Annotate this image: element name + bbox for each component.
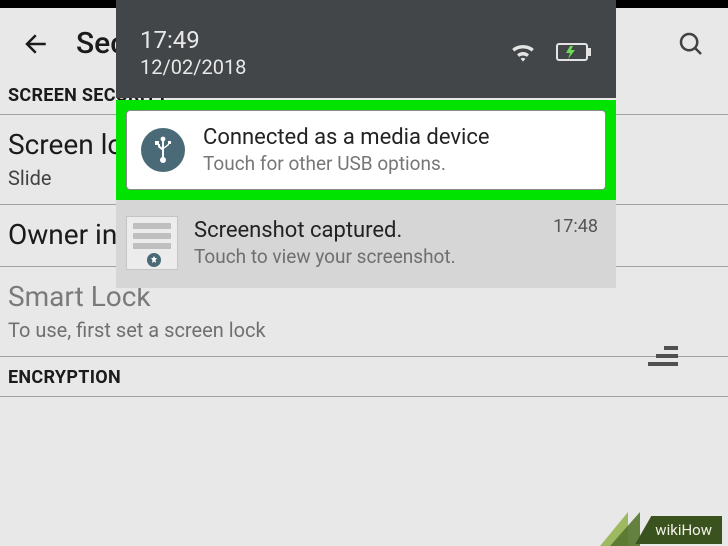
thumb-line [133,223,171,229]
section-header-encryption: ENCRYPTION [0,357,728,397]
status-bar-icons [508,40,592,64]
notification-usb-texts: Connected as a media device Touch for ot… [203,125,490,175]
smart-lock-subtitle: To use, first set a screen lock [8,318,720,342]
usb-icon [151,135,175,165]
highlight-box: Connected as a media device Touch for ot… [116,100,616,200]
search-button[interactable] [674,27,708,61]
notification-usb-subtitle: Touch for other USB options. [203,152,490,175]
notification-screenshot-time: 17:48 [553,216,598,237]
status-bar-time: 17:49 [140,25,246,55]
notification-screenshot-subtitle: Touch to view your screenshot. [194,245,456,268]
notification-expand-handle[interactable] [648,344,682,374]
thumb-line [133,233,171,239]
notification-usb-title: Connected as a media device [203,125,490,150]
notification-shade: Connected as a media device Touch for ot… [116,100,616,288]
wifi-icon [508,40,538,64]
back-arrow-icon [22,29,52,59]
screen-root: Security SCREEN SECURITY Screen lock Sli… [0,0,728,546]
battery-charging-icon [556,41,592,63]
status-bar-date: 12/02/2018 [140,55,246,80]
thumb-badge-icon [147,253,161,267]
watermark-accent-2 [610,512,640,546]
notification-screenshot[interactable]: Screenshot captured. Touch to view your … [116,200,616,288]
thumb-line [133,243,171,249]
back-button[interactable] [20,27,54,61]
notification-screenshot-texts: Screenshot captured. Touch to view your … [194,218,456,268]
usb-icon-circle [141,128,185,172]
status-bar-datetime: 17:49 12/02/2018 [140,25,246,80]
expand-lines-icon [648,344,682,370]
search-icon [676,29,706,59]
notification-usb[interactable]: Connected as a media device Touch for ot… [126,110,606,190]
notification-screenshot-title: Screenshot captured. [194,218,456,243]
status-bar: 17:49 12/02/2018 [116,0,616,98]
screenshot-thumbnail [126,216,178,270]
